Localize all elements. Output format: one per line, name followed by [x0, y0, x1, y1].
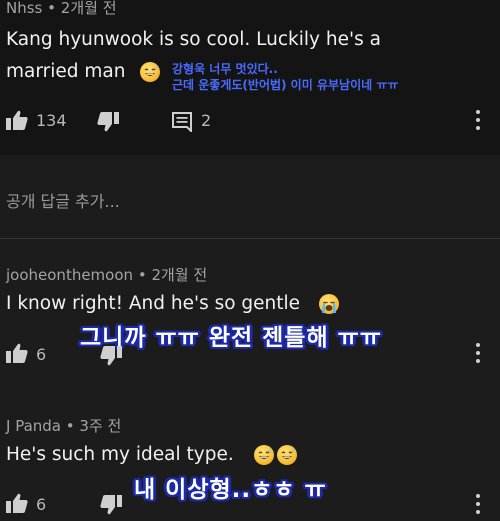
reply-count: 2 [201, 111, 212, 130]
crying-face-emoji-icon [319, 294, 339, 314]
more-options-icon[interactable] [473, 494, 483, 516]
divider [0, 238, 500, 239]
like-count: 134 [36, 111, 67, 130]
subtitle-line-1: 강형욱 너무 멋있다.. [172, 62, 278, 76]
grinning-sweat-emoji-icon [277, 445, 297, 465]
meta-separator: • [65, 417, 75, 435]
thumbs-down-icon[interactable] [97, 112, 119, 136]
thumbs-up-icon[interactable] [6, 343, 28, 367]
more-options-icon[interactable] [473, 343, 483, 365]
meta-separator: • [47, 0, 56, 17]
comment-time: 2개월 전 [151, 266, 208, 284]
subtitle: 그니까 ㅠㅠ 완전 젠틀해 ㅠㅠ [80, 325, 382, 351]
comment-text-line-1: Kang hyunwook is so cool. Luckily he's a [6, 29, 381, 50]
like-count: 6 [36, 345, 47, 364]
comment-meta: jooheonthemoon • 2개월 전 [6, 264, 207, 285]
comment-time: 3주 전 [79, 417, 122, 435]
subtitle-line-2: 근데 운좋게도(반어법) 이미 유부남이네 ㅠㅠ [172, 78, 399, 92]
comment-author[interactable]: J Panda [6, 417, 61, 435]
add-reply-input[interactable]: 공개 답글 추가... [6, 188, 120, 212]
more-options-icon[interactable] [473, 110, 483, 132]
subtitle: 내 이상형..ㅎㅎ ㅠ [134, 477, 327, 503]
grinning-sweat-emoji-icon [254, 445, 274, 465]
reply-comment-icon[interactable] [172, 112, 192, 136]
comment-text: I know right! And he's so gentle [6, 293, 301, 314]
comment-text: He's such my ideal type. [6, 444, 234, 465]
comment-author[interactable]: Nhss [6, 0, 42, 17]
thumbs-up-icon[interactable] [6, 493, 28, 517]
comment-time: 2개월 전 [60, 0, 117, 17]
grinning-sweat-emoji-icon [140, 62, 160, 82]
comments-page: Nhss • 2개월 전 Kang hyunwook is so cool. L… [0, 0, 500, 521]
comment-meta: Nhss • 2개월 전 [6, 0, 117, 18]
comment-text-line-2: married man [6, 61, 126, 82]
comment-meta: J Panda • 3주 전 [6, 415, 121, 436]
highlighted-comment: Nhss • 2개월 전 Kang hyunwook is so cool. L… [0, 0, 500, 155]
comment-author[interactable]: jooheonthemoon [6, 266, 133, 284]
thumbs-down-icon[interactable] [100, 346, 122, 370]
like-count: 6 [36, 495, 47, 514]
meta-separator: • [137, 266, 147, 284]
thumbs-up-icon[interactable] [6, 110, 28, 134]
thumbs-down-icon[interactable] [100, 495, 122, 519]
